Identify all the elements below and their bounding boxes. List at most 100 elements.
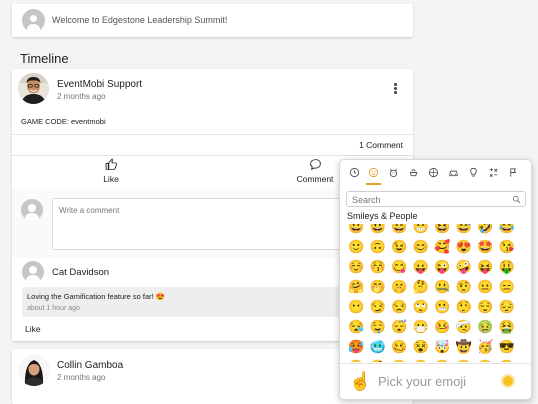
emoji-cell[interactable]: 🥰 [434,238,451,255]
post-author-name[interactable]: EventMobi Support [57,79,142,90]
emoji-cell[interactable]: 😁 [413,224,430,235]
emoji-cell[interactable]: 😋 [391,258,408,275]
emoji-cell[interactable]: 🥵 [348,338,365,355]
commenter-avatar[interactable] [22,261,44,283]
emoji-cell[interactable]: 😆 [434,224,451,235]
emoji-cell[interactable]: 😒 [391,298,408,315]
objects-icon[interactable] [467,165,480,179]
emoji-cell[interactable]: ☺️ [348,258,365,275]
smiley-icon[interactable] [367,165,380,179]
more-options-icon[interactable] [392,83,398,97]
emoji-cell[interactable]: 😅 [456,224,473,235]
emoji-cell[interactable]: 😎 [499,338,516,355]
search-icon [512,195,521,204]
emoji-cell[interactable]: 🤫 [391,278,408,295]
user-avatar [22,9,45,32]
author-avatar[interactable] [18,354,50,386]
animal-icon[interactable] [387,165,400,179]
emoji-cell[interactable]: 😍 [456,238,473,255]
emoji-cell[interactable]: 🤯 [434,338,451,355]
welcome-message: Welcome to Edgestone Leadership Summit! [52,15,228,25]
comment-button[interactable]: Comment [291,158,339,184]
emoji-cell[interactable]: 😐 [477,278,494,295]
emoji-cell[interactable]: 😂 [499,224,516,235]
emoji-cell[interactable]: 🤩 [477,238,494,255]
emoji-cell[interactable]: 🥳 [477,338,494,355]
emoji-cell[interactable]: 🙃 [370,238,387,255]
emoji-cell[interactable]: 🤭 [370,278,387,295]
emoji-cell[interactable]: 🙁 [434,358,451,362]
emoji-cell[interactable]: 😴 [391,318,408,335]
flags-icon[interactable] [507,165,520,179]
divider [12,155,413,156]
emoji-cell[interactable]: 🤐 [434,278,451,295]
emoji-cell[interactable]: 🤑 [499,258,516,275]
like-button[interactable]: Like [92,158,130,184]
emoji-cell[interactable]: 🤣 [477,224,494,235]
timeline-heading: Timeline [20,51,69,66]
emoji-cell[interactable]: 😄 [391,224,408,235]
emoji-cell[interactable]: 🤓 [348,358,365,362]
welcome-banner[interactable]: Welcome to Edgestone Leadership Summit! [12,4,413,37]
post-timestamp: 2 months ago [57,92,106,101]
emoji-cell[interactable]: 😃 [370,224,387,235]
emoji-cell[interactable]: 🤮 [499,318,516,335]
emoji-cell[interactable]: 😏 [370,298,387,315]
emoji-cell[interactable]: 😟 [413,358,430,362]
emoji-cell[interactable]: 🤨 [456,278,473,295]
emoji-cell[interactable]: 😜 [434,258,451,275]
emoji-cell[interactable]: 😉 [391,238,408,255]
emoji-cell[interactable]: 😀 [348,224,365,235]
emoji-cell[interactable]: 🙂 [348,238,365,255]
comment-count-link[interactable]: 1 Comment [359,140,403,150]
comment-timestamp: about 1 hour ago [27,305,80,312]
emoji-cell[interactable]: ☹️ [456,358,473,362]
emoji-cell[interactable]: 🤢 [477,318,494,335]
emoji-cell[interactable]: 😶 [348,298,365,315]
symbols-icon[interactable] [487,165,500,179]
divider [12,134,413,135]
like-label: Like [103,174,119,184]
emoji-cell[interactable]: 🤤 [370,318,387,335]
emoji-search-input[interactable]: Search [346,191,526,207]
comment-input[interactable]: Write a comment [52,198,352,250]
emoji-cell[interactable]: 😕 [391,358,408,362]
activity-icon[interactable] [427,165,440,179]
emoji-cell[interactable]: 😌 [477,298,494,315]
emoji-cell[interactable]: 😯 [499,358,516,362]
emoji-cell[interactable]: 😵 [413,338,430,355]
emoji-cell[interactable]: 😪 [348,318,365,335]
comment-like-button[interactable]: Like [25,324,41,334]
author-avatar[interactable] [18,73,49,104]
emoji-cell[interactable]: 🙄 [413,298,430,315]
emoji-cell[interactable]: 🤔 [413,278,430,295]
emoji-cell[interactable]: 🤥 [456,298,473,315]
emoji-cell[interactable]: 🤠 [456,338,473,355]
active-category-indicator [366,183,381,185]
emoji-cell[interactable]: 😘 [499,238,516,255]
food-icon[interactable] [407,165,420,179]
emoji-cell[interactable]: 🤒 [434,318,451,335]
emoji-cell[interactable]: 😚 [370,258,387,275]
emoji-category-bar [340,160,531,186]
emoji-cell[interactable]: 😔 [499,298,516,315]
emoji-cell[interactable]: 😷 [413,318,430,335]
emoji-cell[interactable]: 🧐 [370,358,387,362]
emoji-cell[interactable]: 😝 [477,258,494,275]
post-author-name[interactable]: Collin Gamboa [57,360,123,371]
emoji-cell[interactable]: 😬 [434,298,451,315]
commenter-name[interactable]: Cat Davidson [52,267,109,278]
emoji-cell[interactable]: 😛 [413,258,430,275]
emoji-cell[interactable]: 😑 [499,278,516,295]
emoji-cell[interactable]: 😊 [413,238,430,255]
clock-icon[interactable] [348,165,361,179]
emoji-cell[interactable]: 🤕 [456,318,473,335]
emoji-cell[interactable]: 🤪 [456,258,473,275]
emoji-cell[interactable]: 🥶 [370,338,387,355]
skin-tone-selector[interactable] [503,376,513,386]
travel-icon[interactable] [447,165,460,179]
emoji-cell[interactable]: 🤗 [348,278,365,295]
emoji-section-label: Smileys & People [347,211,418,221]
emoji-cell[interactable]: 🥴 [391,338,408,355]
emoji-cell[interactable]: 😮 [477,358,494,362]
